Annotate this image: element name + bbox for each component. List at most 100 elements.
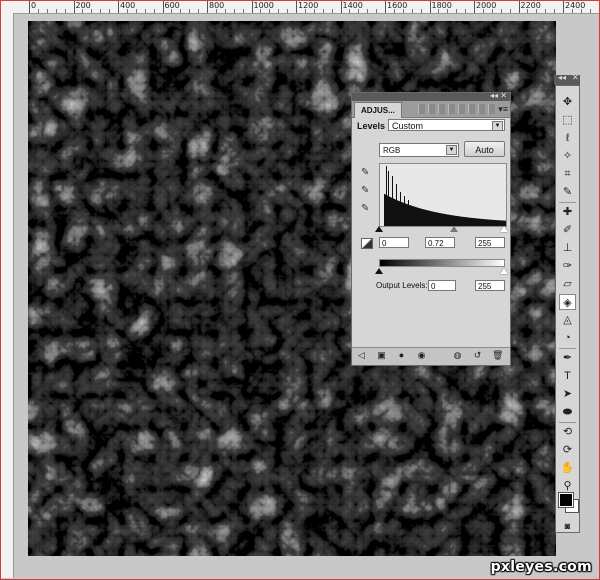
tab-collapsed[interactable] xyxy=(428,104,435,114)
ruler-minor-tick xyxy=(278,9,280,13)
ruler-minor-tick xyxy=(349,9,351,13)
clone-stamp-icon[interactable]: ⊥ xyxy=(559,240,576,256)
auto-button[interactable]: Auto xyxy=(464,141,505,157)
tab-collapsed[interactable] xyxy=(468,104,475,114)
ruler-minor-tick xyxy=(500,9,502,13)
marquee-icon[interactable]: ⬚ xyxy=(559,112,576,128)
close-icon[interactable]: ✕ xyxy=(572,73,579,82)
tab-collapsed[interactable] xyxy=(448,104,455,114)
tab-collapsed[interactable] xyxy=(458,104,465,114)
close-icon[interactable]: ✕ xyxy=(500,91,507,100)
3d-orbit-icon[interactable]: ⟳ xyxy=(559,442,576,458)
white-point-handle[interactable] xyxy=(500,226,508,232)
3d-rotate-icon[interactable]: ⟲ xyxy=(559,424,576,440)
gray-point-eyedropper-icon[interactable]: ✎ xyxy=(361,185,371,197)
tab-collapsed[interactable] xyxy=(438,104,445,114)
return-arrow-icon[interactable]: ◁ xyxy=(356,350,367,361)
channel-dropdown[interactable]: RGB ▼ xyxy=(379,143,459,157)
white-point-eyedropper-icon[interactable]: ✎ xyxy=(361,203,371,215)
ruler-label: 1000 xyxy=(253,1,274,10)
ruler-tick xyxy=(340,1,342,13)
ruler-minor-tick xyxy=(260,9,262,13)
quick-mask-icon[interactable]: ◙ xyxy=(559,518,576,534)
output-levels-slider[interactable] xyxy=(375,268,508,274)
quick-select-icon[interactable]: ✧ xyxy=(559,148,576,164)
output-black-field[interactable]: 0 xyxy=(428,280,456,291)
collapse-icon[interactable]: ◂◂ xyxy=(558,73,566,82)
ruler-minor-tick xyxy=(109,9,111,13)
ruler-minor-tick xyxy=(482,9,484,13)
paint-bucket-icon[interactable]: ◈ xyxy=(559,294,576,310)
input-black-field[interactable]: 0 xyxy=(379,237,409,248)
levels-label: Levels xyxy=(357,121,386,131)
ruler-minor-tick xyxy=(393,9,395,13)
trash-icon[interactable]: 🗑 xyxy=(492,350,503,361)
ruler-minor-tick xyxy=(171,9,173,13)
hand-icon[interactable]: ✋ xyxy=(559,460,576,476)
collapse-icon[interactable]: ◂◂ xyxy=(490,91,498,100)
ruler-minor-tick xyxy=(304,9,306,13)
tab-collapsed[interactable] xyxy=(418,104,425,114)
history-brush-icon[interactable]: ✑ xyxy=(559,258,576,274)
panel-menu-icon[interactable]: ▾≡ xyxy=(498,104,508,115)
ruler-minor-tick xyxy=(420,9,422,13)
ruler-tick xyxy=(296,1,297,13)
input-gamma-field[interactable]: 0.72 xyxy=(425,237,455,248)
eraser-icon[interactable]: ▱ xyxy=(559,276,576,292)
black-point-handle[interactable] xyxy=(375,226,383,232)
ruler-label: 1400 xyxy=(342,1,363,10)
foreground-color-swatch[interactable] xyxy=(558,492,574,508)
crop-icon[interactable]: ⌗ xyxy=(559,166,576,182)
eyedropper-icon[interactable]: ✎ xyxy=(559,184,576,200)
ruler-minor-tick xyxy=(571,9,573,13)
path-select-icon[interactable]: ➤ xyxy=(559,386,576,402)
ruler-label: 1600 xyxy=(387,1,408,10)
zoom-icon[interactable]: ⚲ xyxy=(559,478,576,494)
ruler-label: 2000 xyxy=(476,1,497,10)
tab-adjustments[interactable]: ADJUS... xyxy=(354,102,402,118)
visibility-eye-icon[interactable]: ◉ xyxy=(416,350,427,361)
move-icon[interactable]: ✥ xyxy=(559,94,576,110)
blur-icon[interactable]: ◬ xyxy=(559,312,576,328)
ruler-minor-tick xyxy=(180,9,182,13)
ruler-minor-tick xyxy=(233,9,235,13)
expand-view-icon[interactable]: ▣ xyxy=(376,350,387,361)
black-point-eyedropper-icon[interactable]: ✎ xyxy=(361,167,371,179)
chevron-down-icon: ▼ xyxy=(446,145,457,155)
toolbar-titlebar[interactable]: ◂◂ ✕ xyxy=(554,73,580,85)
ruler-tick xyxy=(29,1,30,13)
reset-icon[interactable]: ↺ xyxy=(472,350,483,361)
brush-icon[interactable]: ✐ xyxy=(559,222,576,238)
pen-icon[interactable]: ✒ xyxy=(559,350,576,366)
ruler-minor-tick xyxy=(527,9,529,13)
preset-dropdown[interactable]: Custom ▼ xyxy=(388,119,505,131)
ruler-label: 1200 xyxy=(298,1,319,10)
output-white-handle[interactable] xyxy=(500,268,508,274)
output-white-field[interactable]: 255 xyxy=(475,280,505,291)
ellipse-icon[interactable]: ⬬ xyxy=(559,404,576,420)
previous-state-icon[interactable]: ◍ xyxy=(452,350,463,361)
ruler-label: 1800 xyxy=(431,1,452,10)
output-black-handle[interactable] xyxy=(375,268,383,274)
ruler-tick xyxy=(162,1,164,13)
ruler-minor-tick xyxy=(82,9,84,13)
histogram xyxy=(379,163,507,227)
ruler-minor-tick xyxy=(580,9,582,13)
type-icon[interactable]: T xyxy=(559,368,576,384)
tab-collapsed[interactable] xyxy=(478,104,485,114)
ruler-label: 2400 xyxy=(565,1,586,10)
ruler-minor-tick xyxy=(37,9,39,13)
tab-collapsed[interactable] xyxy=(488,104,495,114)
panel-titlebar[interactable]: ◂◂ ✕ xyxy=(352,91,510,101)
clip-layer-icon[interactable]: ● xyxy=(396,350,407,361)
input-levels-slider[interactable] xyxy=(375,226,508,232)
clipping-icon[interactable] xyxy=(361,238,373,249)
healing-icon[interactable]: ✚ xyxy=(559,204,576,220)
dodge-icon[interactable]: ◔ xyxy=(559,330,576,346)
input-white-field[interactable]: 255 xyxy=(475,237,505,248)
gamma-handle[interactable] xyxy=(450,226,458,232)
ruler-minor-tick xyxy=(376,9,378,13)
chevron-down-icon: ▼ xyxy=(492,121,503,131)
ruler-minor-tick xyxy=(287,9,289,13)
lasso-icon[interactable]: ℓ xyxy=(559,130,576,146)
